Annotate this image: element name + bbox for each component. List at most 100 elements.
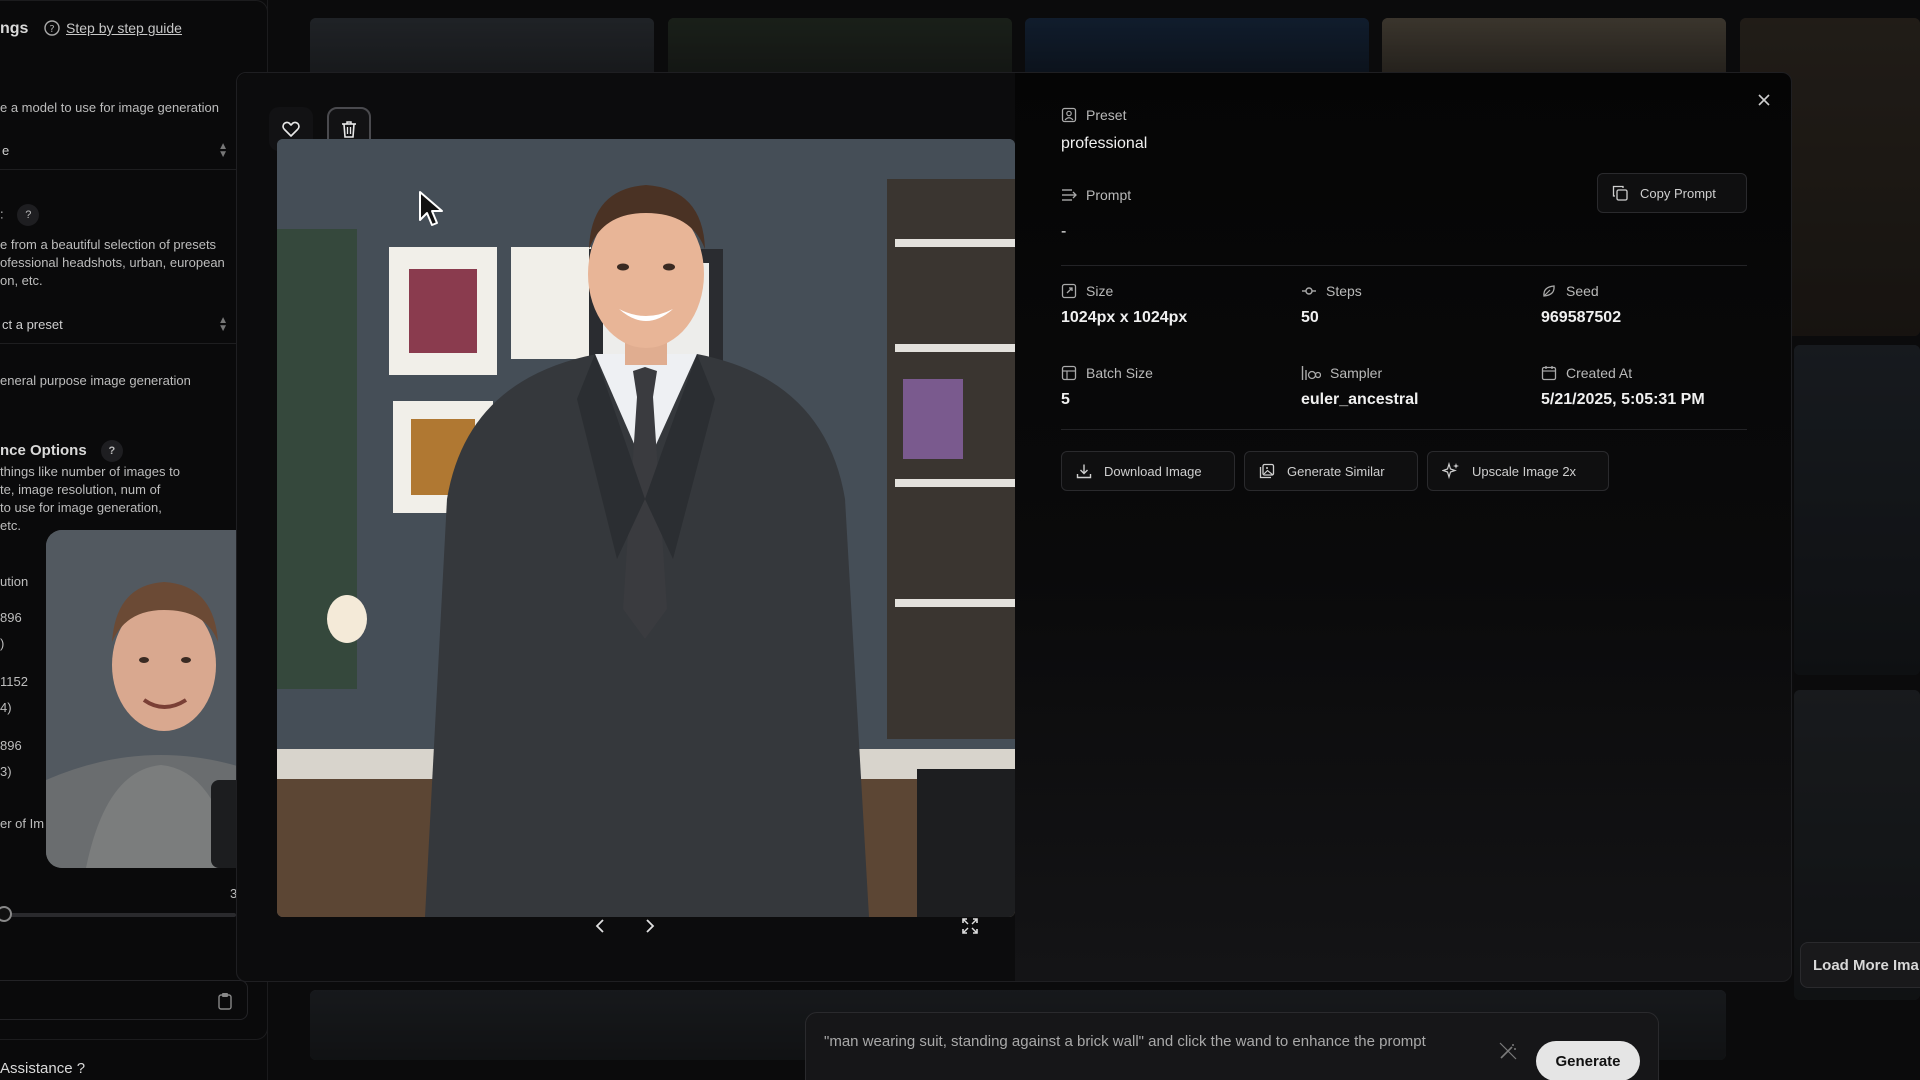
chevron-updown-icon: ▲ ▼ (218, 140, 228, 160)
created-at-label-text: Created At (1566, 365, 1633, 381)
preset-field-label: Preset (1061, 107, 1126, 123)
copy-prompt-button[interactable]: Copy Prompt (1597, 173, 1747, 213)
resolution-option-3-sub: 3) (0, 764, 12, 779)
advanced-options-title[interactable]: nce Options ? (0, 440, 123, 462)
advanced-description-1: things like number of images to (0, 464, 180, 479)
num-images-label: er of Im (0, 816, 45, 831)
size-field-label: Size (1061, 283, 1113, 299)
clipboard-icon[interactable] (218, 992, 232, 1010)
gallery-thumbnail[interactable] (1382, 18, 1726, 78)
advanced-description-2: te, image resolution, num of (0, 482, 161, 497)
resolution-option-1-sub: ) (0, 636, 5, 651)
gallery-thumbnail[interactable] (668, 18, 1012, 78)
preset-description-2: ofessional headshots, urban, european (0, 255, 225, 270)
resolution-option-2-sub: 4) (0, 700, 12, 715)
generate-similar-label: Generate Similar (1287, 463, 1385, 479)
image-copy-icon (1259, 463, 1275, 479)
batch-size-label-text: Batch Size (1086, 365, 1153, 381)
model-select-value: e (2, 143, 10, 158)
preset-label-text: Preset (1086, 107, 1127, 123)
prompt-label-text: Prompt (1086, 187, 1132, 203)
magic-wand-icon[interactable] (1498, 1041, 1518, 1061)
advanced-options-label: nce Options (0, 441, 87, 459)
details-divider (1061, 265, 1747, 266)
generate-similar-button[interactable]: Generate Similar (1244, 451, 1418, 491)
model-select[interactable]: e ▲ ▼ (0, 132, 236, 170)
seed-value: 969587502 (1541, 309, 1622, 326)
preset-label: : ? (0, 204, 40, 226)
calendar-icon (1541, 365, 1557, 381)
prompt-field-label: Prompt (1061, 187, 1131, 203)
help-circle-icon: ? (44, 20, 60, 36)
preset-select-value: ct a preset (2, 317, 63, 332)
resolution-option-2[interactable]: 1152 (0, 674, 28, 689)
preset-description-3: on, etc. (0, 273, 43, 288)
download-icon (1076, 463, 1092, 479)
image-detail-modal: Preset professional Prompt - Copy Prompt… (236, 72, 1792, 982)
prompt-value: - (1061, 223, 1067, 240)
download-image-button[interactable]: Download Image (1061, 451, 1235, 491)
copy-prompt-label: Copy Prompt (1640, 185, 1716, 201)
download-image-label: Download Image (1104, 463, 1202, 479)
fullscreen-button[interactable] (955, 911, 985, 941)
close-icon (1757, 93, 1771, 107)
close-button[interactable] (1751, 87, 1777, 113)
heart-icon (282, 121, 300, 137)
size-value: 1024px x 1024px (1061, 309, 1188, 326)
step-by-step-guide-link[interactable]: ? Step by step guide (44, 20, 182, 36)
sampler-label-text: Sampler (1330, 365, 1383, 381)
load-more-button[interactable]: Load More Ima (1800, 942, 1920, 988)
size-label-text: Size (1086, 283, 1114, 299)
generated-image[interactable] (277, 139, 1015, 917)
seed-field-label: Seed (1541, 283, 1599, 299)
chevron-updown-icon: ▲ ▼ (218, 314, 228, 334)
sampler-value: euler_ancestral (1301, 391, 1419, 408)
sampler-icon (1301, 365, 1321, 381)
upscale-image-button[interactable]: Upscale Image 2x (1427, 451, 1609, 491)
chevron-right-icon (644, 918, 656, 934)
preset-icon (1061, 107, 1077, 123)
preset-select[interactable]: ct a preset ▲ ▼ (0, 306, 236, 344)
expand-icon (961, 917, 979, 935)
settings-title: ngs (0, 20, 29, 37)
created-at-field-label: Created At (1541, 365, 1632, 381)
seed-icon (1541, 283, 1557, 299)
gallery-thumbnail[interactable] (1794, 345, 1920, 675)
chevron-left-icon (594, 918, 606, 934)
advanced-help-icon[interactable]: ? (100, 440, 123, 462)
resolution-label: ution (0, 574, 29, 589)
sparkles-icon (1442, 462, 1460, 480)
batch-size-field-label: Batch Size (1061, 365, 1153, 381)
num-images-slider[interactable] (0, 913, 236, 917)
prompt-bar: "man wearing suit, standing against a br… (805, 1012, 1659, 1080)
next-image-button[interactable] (635, 911, 665, 941)
preset-value: professional (1061, 135, 1148, 152)
gallery-thumbnail[interactable] (1025, 18, 1369, 78)
layers-icon (1061, 365, 1077, 381)
preset-help-icon[interactable]: ? (17, 204, 40, 226)
resize-icon (1061, 283, 1077, 299)
assistance-link[interactable]: Assistance ? (0, 1060, 85, 1077)
gallery-thumbnail[interactable] (310, 18, 654, 78)
generate-button[interactable]: Generate (1536, 1041, 1640, 1080)
steps-label-text: Steps (1326, 283, 1362, 299)
model-description: e a model to use for image generation (0, 100, 219, 115)
steps-field-label: Steps (1301, 283, 1362, 299)
batch-size-value: 5 (1061, 391, 1070, 408)
step-by-step-guide-label: Step by step guide (66, 20, 182, 36)
svg-text:?: ? (49, 24, 54, 35)
advanced-description-3: to use for image generation, (0, 500, 162, 515)
copy-icon (1612, 185, 1628, 201)
steps-value: 50 (1301, 309, 1319, 326)
panel-input[interactable] (0, 980, 248, 1020)
advanced-description-4: etc. (0, 518, 21, 533)
steps-icon (1301, 283, 1317, 299)
resolution-option-3[interactable]: 896 (0, 738, 22, 753)
sampler-field-label: Sampler (1301, 365, 1382, 381)
resolution-option-1[interactable]: 896 (0, 610, 22, 625)
seed-label-text: Seed (1566, 283, 1599, 299)
preset-label-text: : (0, 206, 4, 222)
previous-image-button[interactable] (585, 911, 615, 941)
purpose-text: eneral purpose image generation (0, 373, 191, 388)
prompt-input[interactable]: "man wearing suit, standing against a br… (824, 1031, 1464, 1053)
